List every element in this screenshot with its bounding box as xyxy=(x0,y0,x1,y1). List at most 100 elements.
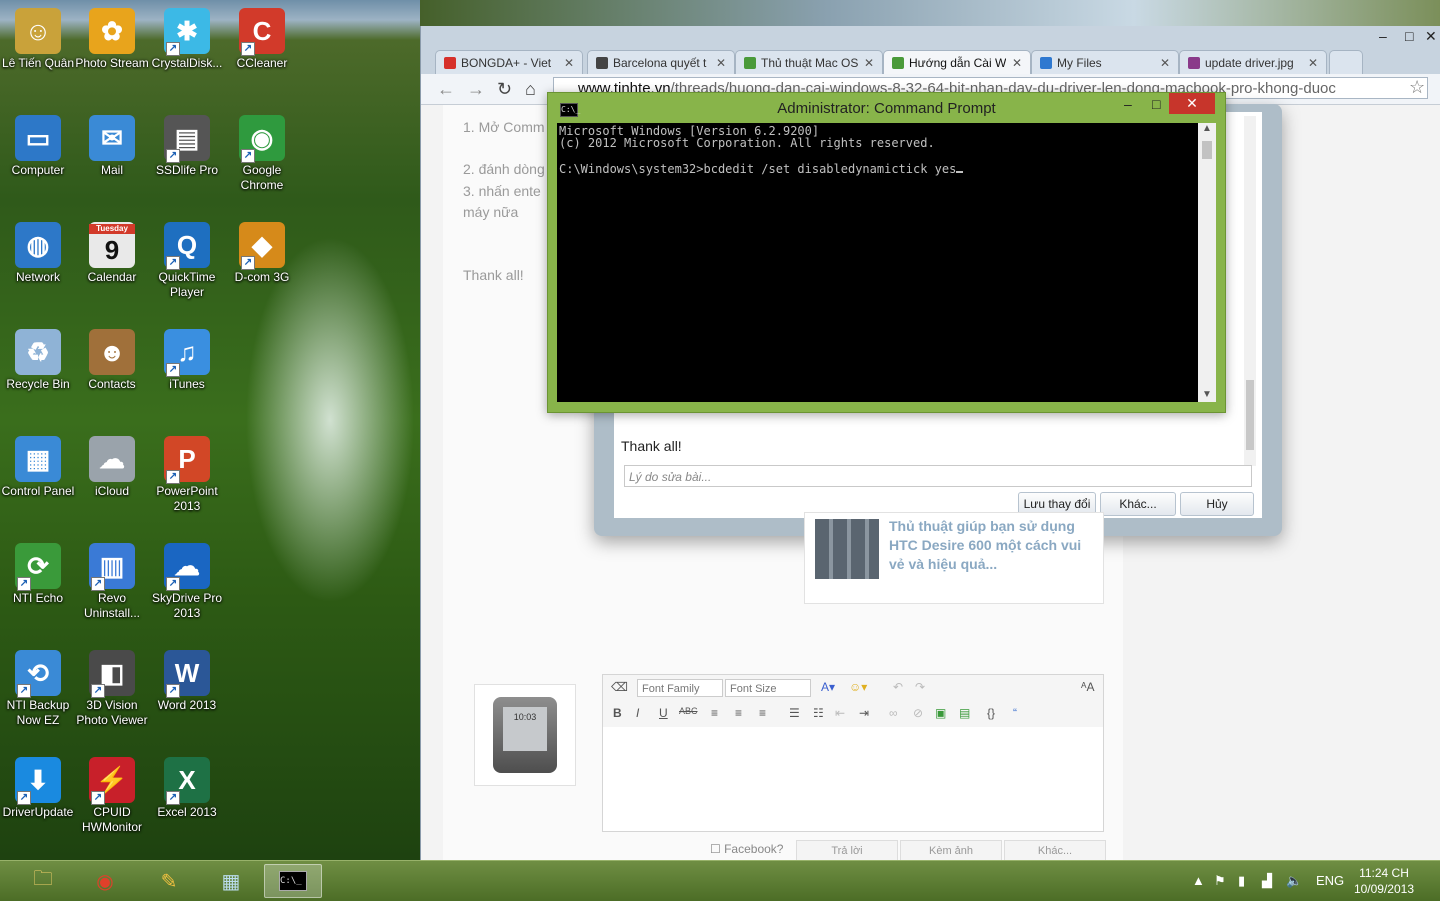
eraser-icon[interactable]: ⌫ xyxy=(611,680,628,694)
media-icon[interactable]: ▤ xyxy=(959,706,970,720)
control-panel-taskbar-icon[interactable]: ▦ xyxy=(202,864,260,898)
desktop-icon-itunes[interactable]: ♫ ↗ iTunes xyxy=(149,329,225,392)
file-explorer-taskbar-icon[interactable]: 🗀 xyxy=(14,864,72,898)
new-tab-button[interactable] xyxy=(1329,50,1363,74)
numbered-list-icon[interactable]: ☷ xyxy=(813,706,824,720)
italic-icon[interactable]: I xyxy=(636,706,639,720)
home-icon[interactable]: ⌂ xyxy=(525,79,536,100)
desktop-icon-control-panel[interactable]: ▦ Control Panel xyxy=(0,436,76,499)
desktop-icon-skydrive[interactable]: ☁ ↗ SkyDrive Pro 2013 xyxy=(149,543,225,621)
desktop-icon-chrome[interactable]: ◉ ↗ Google Chrome xyxy=(224,115,300,193)
align-left-icon[interactable]: ≡ xyxy=(711,706,718,720)
font-size-select[interactable]: Font Size xyxy=(725,679,811,697)
reload-icon[interactable]: ↻ xyxy=(497,79,512,100)
unlink-icon[interactable]: ⊘ xyxy=(913,706,923,720)
smiley-icon[interactable]: ☺▾ xyxy=(849,680,867,694)
tab-close-icon[interactable]: ✕ xyxy=(716,56,726,70)
desktop-icon-calendar[interactable]: Tuesday 9 Calendar xyxy=(74,222,150,285)
desktop-icon-photo-stream[interactable]: ✿ Photo Stream xyxy=(74,8,150,71)
desktop-icon-powerpoint[interactable]: P ↗ PowerPoint 2013 xyxy=(149,436,225,514)
undo-icon[interactable]: ↶ xyxy=(893,680,903,694)
chrome-taskbar-icon[interactable]: ◉ xyxy=(76,864,134,898)
desktop-icon-word[interactable]: W ↗ Word 2013 xyxy=(149,650,225,713)
dialog-scroll-thumb[interactable] xyxy=(1246,380,1254,450)
quote-icon[interactable]: “ xyxy=(1013,706,1017,720)
more-button[interactable]: Khác... xyxy=(1004,840,1106,862)
more-options-button[interactable]: Khác... xyxy=(1100,492,1176,516)
desktop-icon-revo[interactable]: ▥ ↗ Revo Uninstall... xyxy=(74,543,150,621)
action-center-flag-icon[interactable]: ⚑ xyxy=(1214,873,1226,889)
scroll-down-icon[interactable]: ▼ xyxy=(1202,389,1212,400)
text-color-icon[interactable]: A▾ xyxy=(821,680,835,694)
related-thread-card[interactable]: Thủ thuật giúp bạn sử dụng HTC Desire 60… xyxy=(804,512,1104,604)
tab-close-icon[interactable]: ✕ xyxy=(1012,56,1022,70)
desktop-icon-crystaldisk[interactable]: ✱ ↗ CrystalDisk... xyxy=(149,8,225,71)
related-thread-title[interactable]: Thủ thuật giúp bạn sử dụng HTC Desire 60… xyxy=(889,517,1099,574)
desktop-icon-user-folder[interactable]: ☺ Lê Tiến Quân xyxy=(0,8,76,71)
cancel-button[interactable]: Hủy xyxy=(1180,492,1254,516)
desktop-icon-mail[interactable]: ✉ Mail xyxy=(74,115,150,178)
reply-button[interactable]: Trả lời xyxy=(796,840,898,862)
indent-icon[interactable]: ⇥ xyxy=(859,706,869,720)
desktop-icon-ssdlife[interactable]: ▤ ↗ SSDlife Pro xyxy=(149,115,225,178)
facebook-checkbox[interactable]: ☐ Facebook? xyxy=(710,842,783,856)
desktop-icon-contacts[interactable]: ☻ Contacts xyxy=(74,329,150,392)
rich-text-editor[interactable]: ⌫ Font Family Font Size A▾ ☺▾ ↶ ↷ ᴬA B I… xyxy=(602,674,1104,832)
strikethrough-icon[interactable]: ABC xyxy=(679,706,698,716)
browser-tab[interactable]: update driver.jpg ✕ xyxy=(1179,50,1327,74)
maximize-button[interactable]: □ xyxy=(1405,28,1413,44)
cmd-minimize-button[interactable]: – xyxy=(1124,96,1132,112)
remove-format-icon[interactable]: ᴬA xyxy=(1081,680,1094,694)
image-icon[interactable]: ▣ xyxy=(935,706,946,720)
language-indicator[interactable]: ENG xyxy=(1316,873,1344,888)
minimize-button[interactable]: – xyxy=(1379,28,1387,44)
dialog-scrollbar[interactable] xyxy=(1244,116,1256,466)
desktop-icon-quicktime[interactable]: Q ↗ QuickTime Player xyxy=(149,222,225,300)
cmd-taskbar-icon[interactable]: C:\_ xyxy=(264,864,322,898)
desktop-icon-computer[interactable]: ▭ Computer xyxy=(0,115,76,178)
tab-close-icon[interactable]: ✕ xyxy=(1160,56,1170,70)
align-right-icon[interactable]: ≡ xyxy=(759,706,766,720)
desktop-icon-driverupdate[interactable]: ⬇ ↗ DriverUpdate xyxy=(0,757,76,820)
desktop-icon-excel[interactable]: X ↗ Excel 2013 xyxy=(149,757,225,820)
desktop-icon-nti-echo[interactable]: ⟳ ↗ NTI Echo xyxy=(0,543,76,606)
battery-icon[interactable]: ▮ xyxy=(1238,873,1245,889)
font-family-select[interactable]: Font Family xyxy=(637,679,723,697)
desktop-icon-hwmonitor[interactable]: ⚡ ↗ CPUID HWMonitor xyxy=(74,757,150,835)
tab-close-icon[interactable]: ✕ xyxy=(564,56,574,70)
cmd-scroll-thumb[interactable] xyxy=(1202,141,1212,159)
edit-reason-input[interactable]: Lý do sửa bài... xyxy=(624,465,1252,487)
command-prompt-window[interactable]: C:\_ Administrator: Command Prompt – □ ✕… xyxy=(547,92,1226,413)
desktop-icon-3d-vision[interactable]: ◧ ↗ 3D Vision Photo Viewer xyxy=(74,650,150,728)
bold-icon[interactable]: B xyxy=(613,706,622,720)
link-icon[interactable]: ∞ xyxy=(889,706,898,720)
bullet-list-icon[interactable]: ☰ xyxy=(789,706,800,720)
paint-taskbar-icon[interactable]: ✎ xyxy=(140,864,198,898)
tab-close-icon[interactable]: ✕ xyxy=(864,56,874,70)
cmd-close-button[interactable]: ✕ xyxy=(1169,93,1215,114)
desktop-icon-icloud[interactable]: ☁ iCloud xyxy=(74,436,150,499)
scroll-up-icon[interactable]: ▲ xyxy=(1202,123,1212,134)
close-button[interactable]: ✕ xyxy=(1425,28,1437,45)
redo-icon[interactable]: ↷ xyxy=(915,680,925,694)
outdent-icon[interactable]: ⇤ xyxy=(835,706,845,720)
desktop-icon-network[interactable]: ◍ Network xyxy=(0,222,76,285)
desktop-icon-ccleaner[interactable]: C ↗ CCleaner xyxy=(224,8,300,71)
browser-tab[interactable]: BONGDA+ - Viet ✕ xyxy=(435,50,583,74)
code-icon[interactable]: {} xyxy=(987,706,995,720)
desktop-icon-dcom[interactable]: ◆ ↗ D-com 3G xyxy=(224,222,300,285)
tab-close-icon[interactable]: ✕ xyxy=(1308,56,1318,70)
volume-icon[interactable]: 🔈 xyxy=(1286,873,1302,889)
browser-tab[interactable]: My Files ✕ xyxy=(1031,50,1179,74)
desktop-icon-nti-backup[interactable]: ⟲ ↗ NTI Backup Now EZ xyxy=(0,650,76,728)
cmd-scrollbar[interactable]: ▲ ▼ xyxy=(1198,123,1216,402)
attach-image-button[interactable]: Kèm ảnh xyxy=(900,840,1002,862)
clock[interactable]: 11:24 CH 10/09/2013 xyxy=(1354,865,1414,897)
signal-icon[interactable]: ▟ xyxy=(1262,873,1272,889)
underline-icon[interactable]: U xyxy=(659,706,668,720)
browser-tab[interactable]: Hướng dẫn Cài W ✕ xyxy=(883,50,1031,74)
bookmark-star-icon[interactable]: ☆ xyxy=(1409,77,1425,98)
console-output[interactable]: Microsoft Windows [Version 6.2.9200] (c) … xyxy=(557,123,1198,402)
show-hidden-icons[interactable]: ▲ xyxy=(1192,873,1205,888)
align-center-icon[interactable]: ≡ xyxy=(735,706,742,720)
